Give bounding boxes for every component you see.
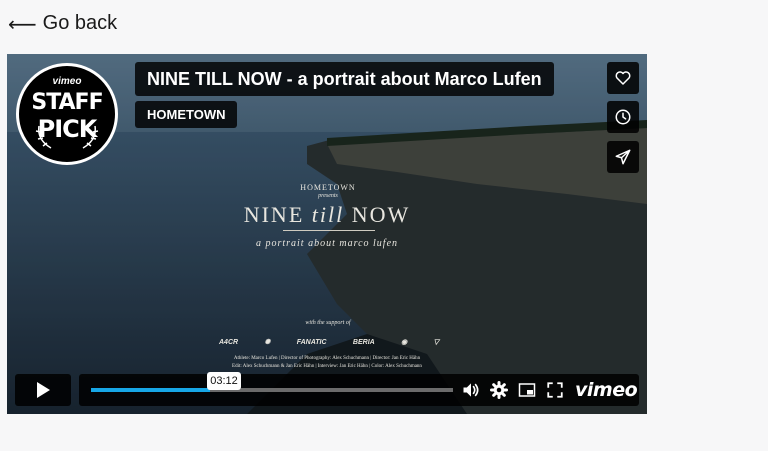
fullscreen-icon: [547, 382, 563, 398]
laurel-icon: [35, 125, 99, 149]
send-icon: [615, 149, 631, 165]
overlay-title-part-c: NOW: [344, 202, 411, 227]
go-back-link[interactable]: ⟵ Go back: [8, 12, 117, 35]
progress-fill: [91, 388, 211, 392]
overlay-title-part-b: till: [311, 202, 345, 227]
clock-icon: [615, 109, 631, 125]
gear-icon: [490, 381, 508, 399]
sponsor-logo: ◉: [401, 339, 408, 346]
overlay-studio: HOMETOWN: [300, 183, 356, 192]
sponsor-logo: FANATIC: [296, 338, 327, 346]
overlay-title-part-a: NINE: [243, 202, 312, 227]
overlay-title: NINE till NOW: [207, 202, 447, 228]
overlay-divider: [283, 230, 375, 231]
sponsor-logo: BERIA: [352, 338, 375, 346]
video-byline[interactable]: HOMETOWN: [135, 101, 238, 128]
sponsor-logo: A4CR: [219, 338, 239, 346]
sponsor-logos: A4CR ✺ FANATIC BERIA ◉ ▽: [219, 334, 439, 350]
progress-bar[interactable]: 03:12: [91, 372, 453, 392]
overlay-support: with the support of: [305, 320, 351, 326]
sponsor-logo: ✺: [264, 339, 271, 346]
play-icon: [37, 382, 50, 398]
vimeo-logo[interactable]: vimeo: [575, 379, 638, 401]
control-bar: 03:12 vimeo: [79, 372, 639, 406]
video-title[interactable]: NINE TILL NOW - a portrait about Marco L…: [135, 62, 554, 96]
volume-button[interactable]: [461, 380, 481, 400]
time-tooltip: 03:12: [207, 372, 241, 390]
play-button[interactable]: [15, 374, 71, 406]
go-back-label: Go back: [42, 12, 118, 34]
fullscreen-button[interactable]: [545, 380, 565, 400]
like-button[interactable]: [607, 62, 639, 94]
share-button[interactable]: [607, 141, 639, 173]
back-arrow-icon: ⟵: [8, 11, 37, 36]
sponsor-logo: ▽: [433, 339, 439, 346]
settings-button[interactable]: [489, 380, 509, 400]
overlay-credits-line1: Athlete: Marco Lufen | Director of Photo…: [233, 356, 421, 361]
overlay-presents: presents: [318, 193, 338, 199]
watch-later-button[interactable]: [607, 101, 639, 133]
staff-pick-badge[interactable]: vimeo STAFF PICK: [16, 63, 118, 165]
volume-icon: [463, 383, 479, 397]
picture-in-picture-icon: [518, 383, 536, 397]
picture-in-picture-button[interactable]: [517, 380, 537, 400]
heart-icon: [615, 71, 631, 85]
overlay-credits-line2: Edit: Alex Schuchmann & Jan Eric Hähn | …: [232, 364, 422, 369]
video-player[interactable]: vimeo STAFF PICK NINE TILL NOW - a portr…: [7, 54, 647, 414]
overlay-subtitle: a portrait about marco lufen: [255, 238, 399, 249]
